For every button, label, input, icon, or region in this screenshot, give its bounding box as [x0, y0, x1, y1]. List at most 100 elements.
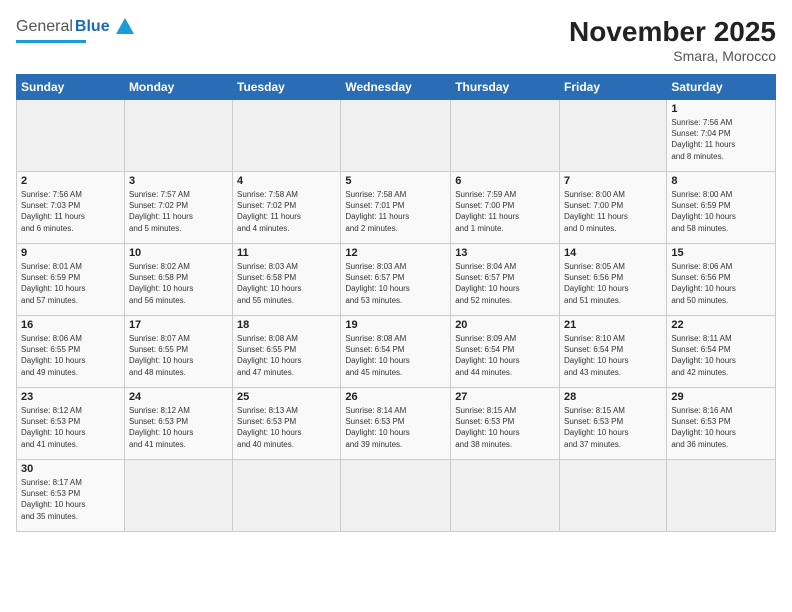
calendar-cell: 18Sunrise: 8:08 AM Sunset: 6:55 PM Dayli…	[233, 316, 341, 388]
day-number: 4	[237, 175, 336, 187]
col-thursday: Thursday	[451, 75, 560, 100]
col-monday: Monday	[124, 75, 232, 100]
day-number: 30	[21, 463, 120, 475]
calendar-cell: 14 Sunrise: 8:05 AM Sunset: 6:56 PM Dayli…	[560, 244, 667, 316]
day-number: 3	[129, 175, 228, 187]
day-info: Sunrise: 8:06 AM Sunset: 6:56 PM Dayligh…	[671, 261, 771, 306]
day-number: 18	[237, 319, 336, 331]
day-number: 21	[564, 319, 662, 331]
calendar-cell: 16 Sunrise: 8:06 AM Sunset: 6:55 PM Dayli…	[17, 316, 125, 388]
day-number: 12	[345, 247, 446, 259]
day-number: 8	[671, 175, 771, 187]
calendar-week-1: 2 Sunrise: 7:56 AM Sunset: 7:03 PM Daylig…	[17, 172, 776, 244]
day-number: 22	[671, 319, 771, 331]
day-number: 6	[455, 175, 555, 187]
col-sunday: Sunday	[17, 75, 125, 100]
calendar-cell: 17Sunrise: 8:07 AM Sunset: 6:55 PM Dayli…	[124, 316, 232, 388]
day-info: Sunrise: 8:06 AM Sunset: 6:55 PM Dayligh…	[21, 333, 120, 378]
calendar-cell: 7Sunrise: 8:00 AM Sunset: 7:00 PM Daylig…	[560, 172, 667, 244]
day-info: Sunrise: 8:08 AM Sunset: 6:54 PM Dayligh…	[345, 333, 446, 378]
calendar-cell	[667, 460, 776, 532]
day-info: Sunrise: 8:15 AM Sunset: 6:53 PM Dayligh…	[564, 405, 662, 450]
calendar-header-row: Sunday Monday Tuesday Wednesday Thursday…	[17, 75, 776, 100]
day-info: Sunrise: 8:09 AM Sunset: 6:54 PM Dayligh…	[455, 333, 555, 378]
day-info: Sunrise: 7:56 AM Sunset: 7:03 PM Dayligh…	[21, 189, 120, 234]
day-info: Sunrise: 7:58 AM Sunset: 7:02 PM Dayligh…	[237, 189, 336, 234]
day-number: 14	[564, 247, 662, 259]
calendar-cell: 28 Sunrise: 8:15 AM Sunset: 6:53 PM Dayli…	[560, 388, 667, 460]
day-number: 23	[21, 391, 120, 403]
calendar-subtitle: Smara, Morocco	[569, 48, 776, 64]
logo-general: General	[16, 18, 73, 36]
calendar-cell: 15Sunrise: 8:06 AM Sunset: 6:56 PM Dayli…	[667, 244, 776, 316]
calendar-cell	[124, 100, 232, 172]
day-number: 9	[21, 247, 120, 259]
day-number: 25	[237, 391, 336, 403]
calendar-cell: 24 Sunrise: 8:12 AM Sunset: 6:53 PM Dayli…	[124, 388, 232, 460]
calendar-cell	[560, 460, 667, 532]
day-number: 26	[345, 391, 446, 403]
day-info: Sunrise: 8:05 AM Sunset: 6:56 PM Dayligh…	[564, 261, 662, 306]
col-wednesday: Wednesday	[341, 75, 451, 100]
calendar-cell: 25 Sunrise: 8:13 AM Sunset: 6:53 PM Dayli…	[233, 388, 341, 460]
calendar-cell: 13Sunrise: 8:04 AM Sunset: 6:57 PM Dayli…	[451, 244, 560, 316]
calendar-cell: 5 Sunrise: 7:58 AM Sunset: 7:01 PM Daylig…	[341, 172, 451, 244]
calendar-cell: 19 Sunrise: 8:08 AM Sunset: 6:54 PM Dayli…	[341, 316, 451, 388]
calendar-cell: 22 Sunrise: 8:11 AM Sunset: 6:54 PM Dayli…	[667, 316, 776, 388]
calendar-cell: 30 Sunrise: 8:17 AM Sunset: 6:53 PM Dayli…	[17, 460, 125, 532]
day-info: Sunrise: 8:10 AM Sunset: 6:54 PM Dayligh…	[564, 333, 662, 378]
day-number: 7	[564, 175, 662, 187]
day-info: Sunrise: 8:01 AM Sunset: 6:59 PM Dayligh…	[21, 261, 120, 306]
calendar-week-3: 16 Sunrise: 8:06 AM Sunset: 6:55 PM Dayli…	[17, 316, 776, 388]
day-number: 1	[671, 103, 771, 115]
calendar-week-5: 30 Sunrise: 8:17 AM Sunset: 6:53 PM Dayli…	[17, 460, 776, 532]
day-number: 19	[345, 319, 446, 331]
calendar-cell	[124, 460, 232, 532]
day-info: Sunrise: 8:00 AM Sunset: 6:59 PM Dayligh…	[671, 189, 771, 234]
day-number: 24	[129, 391, 228, 403]
col-saturday: Saturday	[667, 75, 776, 100]
calendar-cell: 23 Sunrise: 8:12 AM Sunset: 6:53 PM Dayli…	[17, 388, 125, 460]
calendar-title: November 2025	[569, 16, 776, 48]
calendar-week-2: 9 Sunrise: 8:01 AM Sunset: 6:59 PM Daylig…	[17, 244, 776, 316]
logo-icon	[114, 16, 136, 38]
col-friday: Friday	[560, 75, 667, 100]
day-info: Sunrise: 7:58 AM Sunset: 7:01 PM Dayligh…	[345, 189, 446, 234]
day-info: Sunrise: 8:11 AM Sunset: 6:54 PM Dayligh…	[671, 333, 771, 378]
day-number: 2	[21, 175, 120, 187]
calendar-cell	[341, 100, 451, 172]
calendar-cell	[560, 100, 667, 172]
calendar-cell: 2 Sunrise: 7:56 AM Sunset: 7:03 PM Daylig…	[17, 172, 125, 244]
calendar-cell: 11Sunrise: 8:03 AM Sunset: 6:58 PM Dayli…	[233, 244, 341, 316]
calendar-week-4: 23 Sunrise: 8:12 AM Sunset: 6:53 PM Dayli…	[17, 388, 776, 460]
day-info: Sunrise: 8:16 AM Sunset: 6:53 PM Dayligh…	[671, 405, 771, 450]
day-info: Sunrise: 8:02 AM Sunset: 6:58 PM Dayligh…	[129, 261, 228, 306]
calendar-cell: 8 Sunrise: 8:00 AM Sunset: 6:59 PM Daylig…	[667, 172, 776, 244]
day-number: 27	[455, 391, 555, 403]
day-number: 10	[129, 247, 228, 259]
header: General Blue November 2025 Smara, Morocc…	[16, 16, 776, 64]
day-number: 5	[345, 175, 446, 187]
calendar-cell	[451, 460, 560, 532]
title-block: November 2025 Smara, Morocco	[569, 16, 776, 64]
calendar-cell: 12Sunrise: 8:03 AM Sunset: 6:57 PM Dayli…	[341, 244, 451, 316]
day-number: 20	[455, 319, 555, 331]
logo-bar	[16, 40, 86, 43]
calendar-cell: 20 Sunrise: 8:09 AM Sunset: 6:54 PM Dayli…	[451, 316, 560, 388]
day-number: 13	[455, 247, 555, 259]
day-info: Sunrise: 8:17 AM Sunset: 6:53 PM Dayligh…	[21, 477, 120, 522]
calendar-cell	[17, 100, 125, 172]
calendar-cell: 29Sunrise: 8:16 AM Sunset: 6:53 PM Dayli…	[667, 388, 776, 460]
day-info: Sunrise: 8:15 AM Sunset: 6:53 PM Dayligh…	[455, 405, 555, 450]
day-info: Sunrise: 8:14 AM Sunset: 6:53 PM Dayligh…	[345, 405, 446, 450]
calendar-cell: 27 Sunrise: 8:15 AM Sunset: 6:53 PM Dayli…	[451, 388, 560, 460]
day-info: Sunrise: 8:12 AM Sunset: 6:53 PM Dayligh…	[129, 405, 228, 450]
day-info: Sunrise: 8:12 AM Sunset: 6:53 PM Dayligh…	[21, 405, 120, 450]
day-info: Sunrise: 7:59 AM Sunset: 7:00 PM Dayligh…	[455, 189, 555, 234]
day-info: Sunrise: 8:03 AM Sunset: 6:58 PM Dayligh…	[237, 261, 336, 306]
day-number: 28	[564, 391, 662, 403]
calendar-cell	[233, 100, 341, 172]
day-info: Sunrise: 8:13 AM Sunset: 6:53 PM Dayligh…	[237, 405, 336, 450]
day-number: 16	[21, 319, 120, 331]
day-info: Sunrise: 8:07 AM Sunset: 6:55 PM Dayligh…	[129, 333, 228, 378]
